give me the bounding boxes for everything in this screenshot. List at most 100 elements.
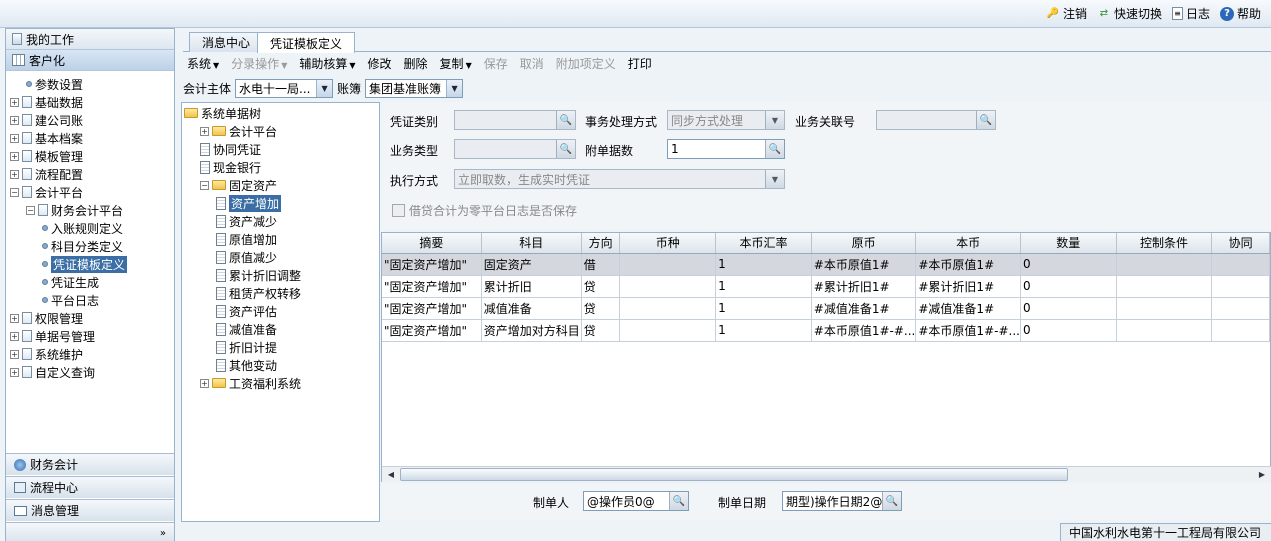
nav-tree-item[interactable]: + 权限管理 xyxy=(10,309,83,327)
table-cell[interactable]: 固定资产 xyxy=(481,253,582,276)
table-cell[interactable]: #减值准备1# xyxy=(915,297,1021,320)
expand-icon[interactable]: + xyxy=(10,349,19,359)
nav-finance-accounting[interactable]: 财务会计 xyxy=(6,453,174,475)
table-cell[interactable] xyxy=(1211,297,1270,320)
table-cell[interactable] xyxy=(1116,297,1213,320)
table-cell[interactable]: 0 xyxy=(1020,297,1117,320)
doc-tree-item[interactable]: 资产增加 xyxy=(216,194,282,212)
expand-icon[interactable]: + xyxy=(10,133,19,143)
doc-tree-item[interactable]: 减值准备 xyxy=(216,320,277,338)
expand-icon[interactable]: + xyxy=(10,151,19,161)
doc-tree-item[interactable]: 其他变动 xyxy=(216,356,277,374)
customize-header[interactable]: 客户化 xyxy=(6,50,174,71)
table-cell[interactable] xyxy=(619,297,717,320)
voucher-type-field[interactable]: 🔍 xyxy=(454,110,576,130)
table-cell[interactable] xyxy=(1116,319,1213,342)
table-cell[interactable]: 贷 xyxy=(581,275,621,298)
table-cell[interactable] xyxy=(619,253,717,276)
doc-tree-item[interactable]: 资产评估 xyxy=(216,302,277,320)
doc-tree-item[interactable]: + 工资福利系统 xyxy=(200,374,301,392)
toolbar-button[interactable]: 保存 xyxy=(484,55,508,72)
column-header[interactable]: 方向 xyxy=(581,233,621,254)
nav-tree-item[interactable]: − 会计平台 xyxy=(10,183,83,201)
quick-switch-link[interactable]: ⇄ 快速切换 xyxy=(1097,5,1162,22)
expand-icon[interactable]: + xyxy=(10,331,19,341)
biz-keyword-field[interactable]: 🔍 xyxy=(876,110,996,130)
entity-select[interactable]: 水电十一局... ▼ xyxy=(235,78,334,98)
doc-tree-item[interactable]: 现金银行 xyxy=(200,158,261,176)
make-date-field[interactable]: 期型)操作日期2@ 🔍 xyxy=(782,491,902,511)
table-cell[interactable]: 1 xyxy=(715,275,812,298)
expand-icon[interactable]: + xyxy=(10,367,19,377)
table-row[interactable]: "固定资产增加" 减值准备贷 1 #减值准备1# #减值准备1# 0 xyxy=(382,297,1270,320)
toolbar-button[interactable]: 分录操作 ▼ xyxy=(231,55,287,72)
doc-tree-item[interactable]: 累计折旧调整 xyxy=(216,266,301,284)
table-cell[interactable]: 0 xyxy=(1020,253,1117,276)
table-cell[interactable] xyxy=(1116,275,1213,298)
scroll-thumb[interactable] xyxy=(400,468,1068,481)
search-icon[interactable]: 🔍 xyxy=(669,492,688,510)
nav-tree-item[interactable]: + 模板管理 xyxy=(10,147,83,165)
chevron-down-icon[interactable]: ▼ xyxy=(765,111,784,129)
toolbar-button[interactable]: 附加项定义 xyxy=(556,55,616,72)
doc-tree-item[interactable]: 折旧计提 xyxy=(216,338,277,356)
table-cell[interactable]: "固定资产增加" xyxy=(382,253,482,276)
toolbar-button[interactable]: 复制 ▼ xyxy=(440,55,472,72)
nav-tree-item[interactable]: 入账规则定义 xyxy=(42,219,123,237)
nav-tree-item[interactable]: 凭证模板定义 xyxy=(42,255,128,273)
column-header[interactable]: 科目 xyxy=(481,233,582,254)
search-icon[interactable]: 🔍 xyxy=(765,140,784,158)
maker-field[interactable]: @操作员0@ 🔍 xyxy=(583,491,689,511)
nav-process-center[interactable]: 流程中心 xyxy=(6,476,174,498)
nav-tree-item[interactable]: + 单据号管理 xyxy=(10,327,95,345)
table-cell[interactable]: #本币原值1#-#... xyxy=(811,319,917,342)
table-cell[interactable] xyxy=(1211,253,1270,276)
table-cell[interactable] xyxy=(1211,275,1270,298)
my-work-header[interactable]: 我的工作 xyxy=(6,29,174,50)
nav-tree-item[interactable]: − 财务会计平台 xyxy=(26,201,123,219)
doc-tree-item[interactable]: 租赁产权转移 xyxy=(216,284,301,302)
column-header[interactable]: 本币汇率 xyxy=(715,233,812,254)
table-cell[interactable]: 减值准备 xyxy=(481,297,582,320)
chevron-left-icon[interactable]: ◀ xyxy=(383,468,399,481)
doc-tree-item[interactable]: 原值减少 xyxy=(216,248,277,266)
column-header[interactable]: 协同 xyxy=(1211,233,1270,254)
nav-tree-item[interactable]: + 基本档案 xyxy=(10,129,83,147)
tab-message-center[interactable]: 消息中心 xyxy=(189,32,264,52)
expand-icon[interactable]: + xyxy=(200,126,209,136)
table-cell[interactable]: 累计折旧 xyxy=(481,275,582,298)
biz-type-field[interactable]: 🔍 xyxy=(454,139,576,159)
collapse-icon[interactable]: − xyxy=(200,180,209,190)
table-cell[interactable]: 0 xyxy=(1020,319,1117,342)
nav-tree-item[interactable]: + 流程配置 xyxy=(10,165,83,183)
table-row[interactable]: "固定资产增加" 资产增加对方科目贷 1 #本币原值1#-#... #本币原值1#-#.… xyxy=(382,319,1270,342)
horizontal-scrollbar[interactable]: ◀ ▶ xyxy=(382,466,1271,482)
column-header[interactable]: 本币 xyxy=(915,233,1021,254)
table-cell[interactable]: 1 xyxy=(715,253,812,276)
collapse-icon[interactable]: − xyxy=(10,187,19,197)
toolbar-button[interactable]: 删除 xyxy=(404,55,428,72)
table-cell[interactable]: "固定资产增加" xyxy=(382,275,482,298)
search-icon[interactable]: 🔍 xyxy=(556,140,575,158)
chevron-down-icon[interactable]: ▼ xyxy=(316,79,333,97)
doc-tree-item[interactable]: − 固定资产 xyxy=(200,176,277,194)
doc-tree-item[interactable]: 协同凭证 xyxy=(200,140,261,158)
book-select[interactable]: 集团基准账簿 ▼ xyxy=(365,78,464,98)
table-cell[interactable]: #本币原值1# xyxy=(915,253,1021,276)
logout-link[interactable]: 🔑 注销 xyxy=(1046,5,1087,22)
toolbar-button[interactable]: 打印 xyxy=(628,55,652,72)
doc-tree-item[interactable]: 资产减少 xyxy=(216,212,277,230)
doc-tree-item[interactable]: 原值增加 xyxy=(216,230,277,248)
table-cell[interactable]: #累计折旧1# xyxy=(915,275,1021,298)
table-cell[interactable]: 1 xyxy=(715,319,812,342)
table-cell[interactable] xyxy=(1211,319,1270,342)
table-cell[interactable]: #本币原值1# xyxy=(811,253,917,276)
chevron-right-icon[interactable]: ▶ xyxy=(1254,468,1270,481)
table-cell[interactable]: #本币原值1#-#... xyxy=(915,319,1021,342)
nav-expand-bar[interactable]: » xyxy=(6,522,174,541)
search-icon[interactable]: 🔍 xyxy=(556,111,575,129)
column-header[interactable]: 币种 xyxy=(619,233,717,254)
table-row[interactable]: "固定资产增加" 累计折旧贷 1 #累计折旧1# #累计折旧1# 0 xyxy=(382,275,1270,298)
column-header[interactable]: 控制条件 xyxy=(1116,233,1213,254)
table-cell[interactable]: 贷 xyxy=(581,297,621,320)
